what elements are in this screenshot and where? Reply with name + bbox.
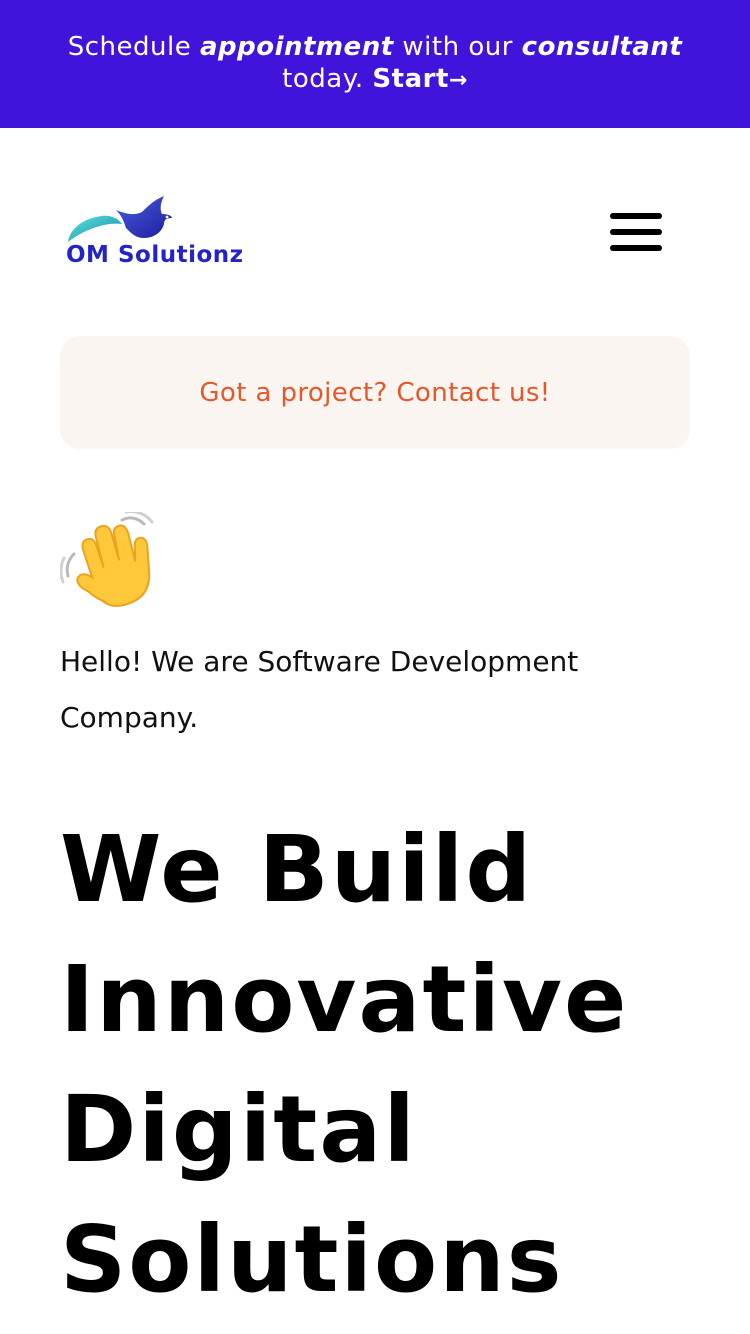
headline-line: Solutions <box>60 1206 564 1313</box>
logo[interactable]: OM Solutionz <box>64 194 260 274</box>
banner-line-1: Schedule appointment with our consultant <box>67 32 683 62</box>
menu-button[interactable] <box>606 208 666 258</box>
logo-bird-icon <box>68 196 172 242</box>
hero-headline: We Build Innovative Digital Solutions <box>60 805 740 1325</box>
hamburger-line[interactable] <box>610 245 662 251</box>
arrow-right-icon[interactable]: → <box>449 68 468 93</box>
contact-cta-button[interactable]: Got a project? Contact us! <box>60 336 690 449</box>
headline-line: We Build <box>60 816 534 923</box>
site-header: OM Solutionz <box>0 128 750 336</box>
headline-line: Digital <box>60 1076 417 1183</box>
banner-emphasis-consultant: consultant <box>521 32 683 62</box>
waving-hand-icon <box>59 510 164 612</box>
intro-text: Hello! We are Software Development Compa… <box>60 645 579 734</box>
hamburger-line[interactable] <box>610 229 662 235</box>
banner-line-2: today. Start→ <box>282 64 468 94</box>
logo-text: OM Solutionz <box>66 242 244 268</box>
banner-emphasis-appointment: appointment <box>199 32 394 62</box>
banner-start-link[interactable]: Start→ <box>372 64 467 94</box>
contact-cta-label[interactable]: Got a project? Contact us! <box>199 378 550 408</box>
promo-banner: Schedule appointment with our consultant… <box>0 0 750 128</box>
hamburger-menu-icon[interactable] <box>610 213 662 219</box>
headline-line: Innovative <box>60 946 629 1053</box>
